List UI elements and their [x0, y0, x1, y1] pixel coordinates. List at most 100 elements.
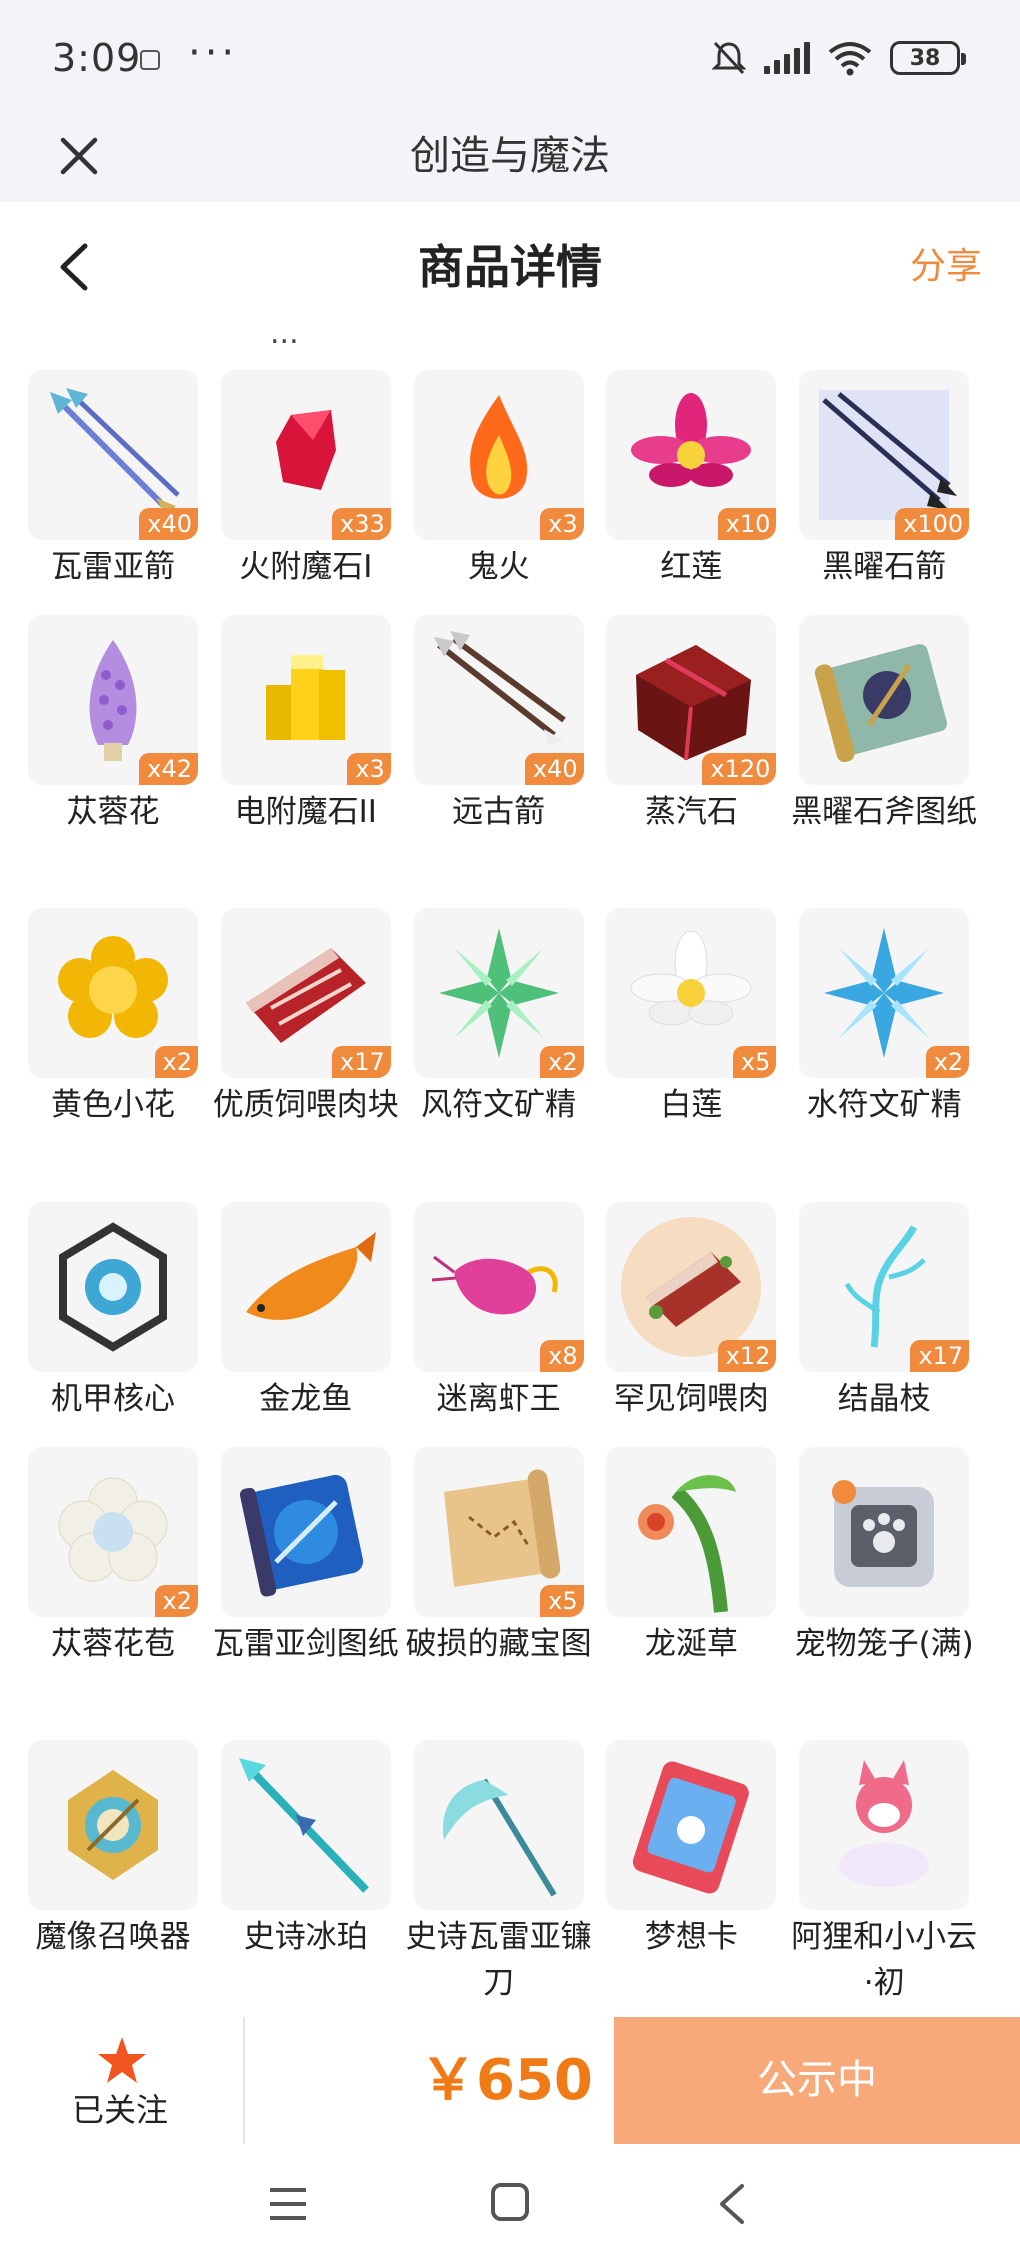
count-badge: x2 — [925, 1046, 970, 1078]
count-badge: x42 — [139, 753, 198, 785]
item-cell[interactable]: x40 远古箭 — [413, 615, 607, 915]
item-cell[interactable]: x17 优质饲喂肉块 — [213, 908, 414, 1208]
item-name: 优质饲喂肉块 — [212, 1087, 399, 1123]
item-cell[interactable]: x5 白莲 — [606, 908, 799, 1208]
treasure-map-icon: x5 — [413, 1447, 584, 1617]
item-name: 鬼火 — [467, 549, 530, 585]
count-badge: x17 — [332, 1046, 391, 1078]
item-cell[interactable]: 龙涎草 — [606, 1447, 799, 1747]
item-name: 瓦雷亚箭 — [51, 549, 175, 585]
red-crystal-icon: x33 — [220, 370, 391, 540]
item-cell[interactable]: x42 苁蓉花 — [28, 615, 221, 915]
item-cell[interactable]: 史诗瓦雷亚镰刀 — [406, 1740, 607, 2017]
follow-button[interactable]: 已关注 — [40, 2017, 200, 2144]
item-name: 阿狸和小小云·初 — [791, 1919, 978, 2001]
share-link[interactable]: 分享 — [910, 202, 982, 332]
green-crystal-icon: x2 — [413, 908, 584, 1078]
grid-row: x2 苁蓉花苞 瓦雷亚剑图纸 x5 破损的藏宝图 龙涎草 宠物笼子(满) — [28, 1447, 992, 1747]
dream-card-icon — [606, 1740, 777, 1910]
dragon-herb-icon — [606, 1447, 777, 1617]
item-name: 机甲核心 — [51, 1381, 175, 1417]
item-cell[interactable]: x3 电附魔石II — [220, 615, 414, 915]
obsidian-arrow-icon: x100 — [799, 370, 970, 540]
item-cell[interactable]: x2 水符文矿精 — [799, 908, 992, 1208]
item-name: 远古箭 — [452, 794, 546, 830]
back-icon[interactable] — [712, 2182, 752, 2226]
count-badge: x33 — [332, 508, 391, 540]
count-badge: x3 — [347, 753, 391, 785]
count-badge: x40 — [524, 753, 584, 785]
system-nav-bar — [0, 2144, 1020, 2267]
flame-icon: x3 — [413, 370, 584, 540]
nav-bar: 商品详情 分享 — [0, 202, 1020, 332]
count-badge: x2 — [154, 1046, 198, 1078]
item-grid: ... x40 瓦雷亚箭 x33 火附魔石I x3 鬼火 x10 红莲 x100… — [0, 332, 1020, 2017]
count-badge: x40 — [139, 508, 198, 540]
divider — [243, 2017, 245, 2144]
item-cell[interactable]: 黑曜石斧图纸 — [791, 615, 992, 915]
grid-row: 魔像召唤器 史诗冰珀 史诗瓦雷亚镰刀 梦想卡 阿狸和小小云·初 — [28, 1740, 992, 2017]
mech-core-icon — [28, 1202, 198, 1372]
ice-spear-icon — [220, 1740, 391, 1910]
item-name: 红莲 — [660, 549, 723, 585]
crystal-branch-icon: x17 — [799, 1202, 970, 1372]
follow-label: 已关注 — [71, 2091, 168, 2129]
count-badge: x2 — [154, 1585, 198, 1617]
meat-icon: x17 — [220, 908, 391, 1078]
item-name: 风符文矿精 — [421, 1087, 577, 1123]
item-name: 宠物笼子(满) — [794, 1626, 974, 1662]
count-badge: x2 — [540, 1046, 584, 1078]
item-cell[interactable]: x5 破损的藏宝图 — [406, 1447, 607, 1747]
item-name: 罕见饲喂肉 — [613, 1381, 769, 1417]
item-name: 黑曜石斧图纸 — [791, 794, 978, 830]
item-cell[interactable]: 梦想卡 — [606, 1740, 799, 2017]
sword-blueprint-icon — [220, 1447, 391, 1617]
item-cell[interactable]: x120 蒸汽石 — [606, 615, 799, 915]
item-cell[interactable]: x2 风符文矿精 — [413, 908, 607, 1208]
item-cell[interactable]: 魔像召唤器 — [28, 1740, 221, 2017]
item-name: 苁蓉花苞 — [51, 1626, 175, 1662]
item-cell[interactable]: x2 黄色小花 — [28, 908, 221, 1208]
steam-stone-icon: x120 — [606, 615, 777, 785]
count-badge: x3 — [540, 508, 584, 540]
battery-icon: 38 — [890, 41, 966, 75]
ancient-arrow-icon: x40 — [413, 615, 584, 785]
arrow-pair-icon: x40 — [28, 370, 198, 540]
item-name: 黄色小花 — [51, 1087, 175, 1123]
count-badge: x10 — [717, 508, 777, 540]
grid-row: x42 苁蓉花 x3 电附魔石II x40 远古箭 x120 蒸汽石 黑曜石斧图… — [28, 615, 992, 915]
note-icon — [140, 50, 160, 70]
home-icon[interactable] — [490, 2182, 530, 2222]
wifi-icon — [828, 42, 872, 76]
public-notice-button[interactable]: 公示中 — [614, 2017, 1020, 2144]
item-cell[interactable]: 阿狸和小小云·初 — [791, 1740, 992, 2017]
bottom-action-bar: 已关注 ￥650 公示中 — [0, 2017, 1020, 2144]
item-cell[interactable]: x2 苁蓉花苞 — [28, 1447, 221, 1747]
item-name: 瓦雷亚剑图纸 — [212, 1626, 399, 1662]
flower-bud-icon: x2 — [28, 1447, 198, 1617]
price: ￥650 — [420, 2048, 593, 2113]
item-cell[interactable]: 史诗冰珀 — [220, 1740, 414, 2017]
item-name: 梦想卡 — [644, 1919, 738, 1955]
item-name: 史诗冰珀 — [243, 1919, 368, 1955]
yellow-flower-icon: x2 — [28, 908, 198, 1078]
item-name: 破损的藏宝图 — [405, 1626, 592, 1662]
app-header: 创造与魔法 — [0, 110, 1020, 202]
menu-icon[interactable] — [268, 2184, 308, 2224]
item-name: 魔像召唤器 — [35, 1919, 191, 1955]
item-name: 火附魔石I — [239, 549, 373, 585]
count-badge: x100 — [895, 508, 970, 540]
blue-crystal-icon: x2 — [799, 908, 970, 1078]
item-name: 金龙鱼 — [259, 1381, 353, 1417]
item-name: 黑曜石箭 — [822, 549, 947, 585]
item-cell[interactable]: 宠物笼子(满) — [795, 1447, 992, 1747]
item-name: 蒸汽石 — [644, 794, 738, 830]
bell-muted-icon — [712, 41, 746, 75]
golem-summoner-icon — [28, 1740, 198, 1910]
white-lotus-icon: x5 — [606, 908, 777, 1078]
item-cell[interactable]: 瓦雷亚剑图纸 — [213, 1447, 414, 1747]
count-badge: x17 — [910, 1340, 970, 1372]
item-name: 电附魔石II — [234, 794, 377, 830]
item-name: 白莲 — [660, 1087, 723, 1123]
red-lotus-icon: x10 — [606, 370, 777, 540]
